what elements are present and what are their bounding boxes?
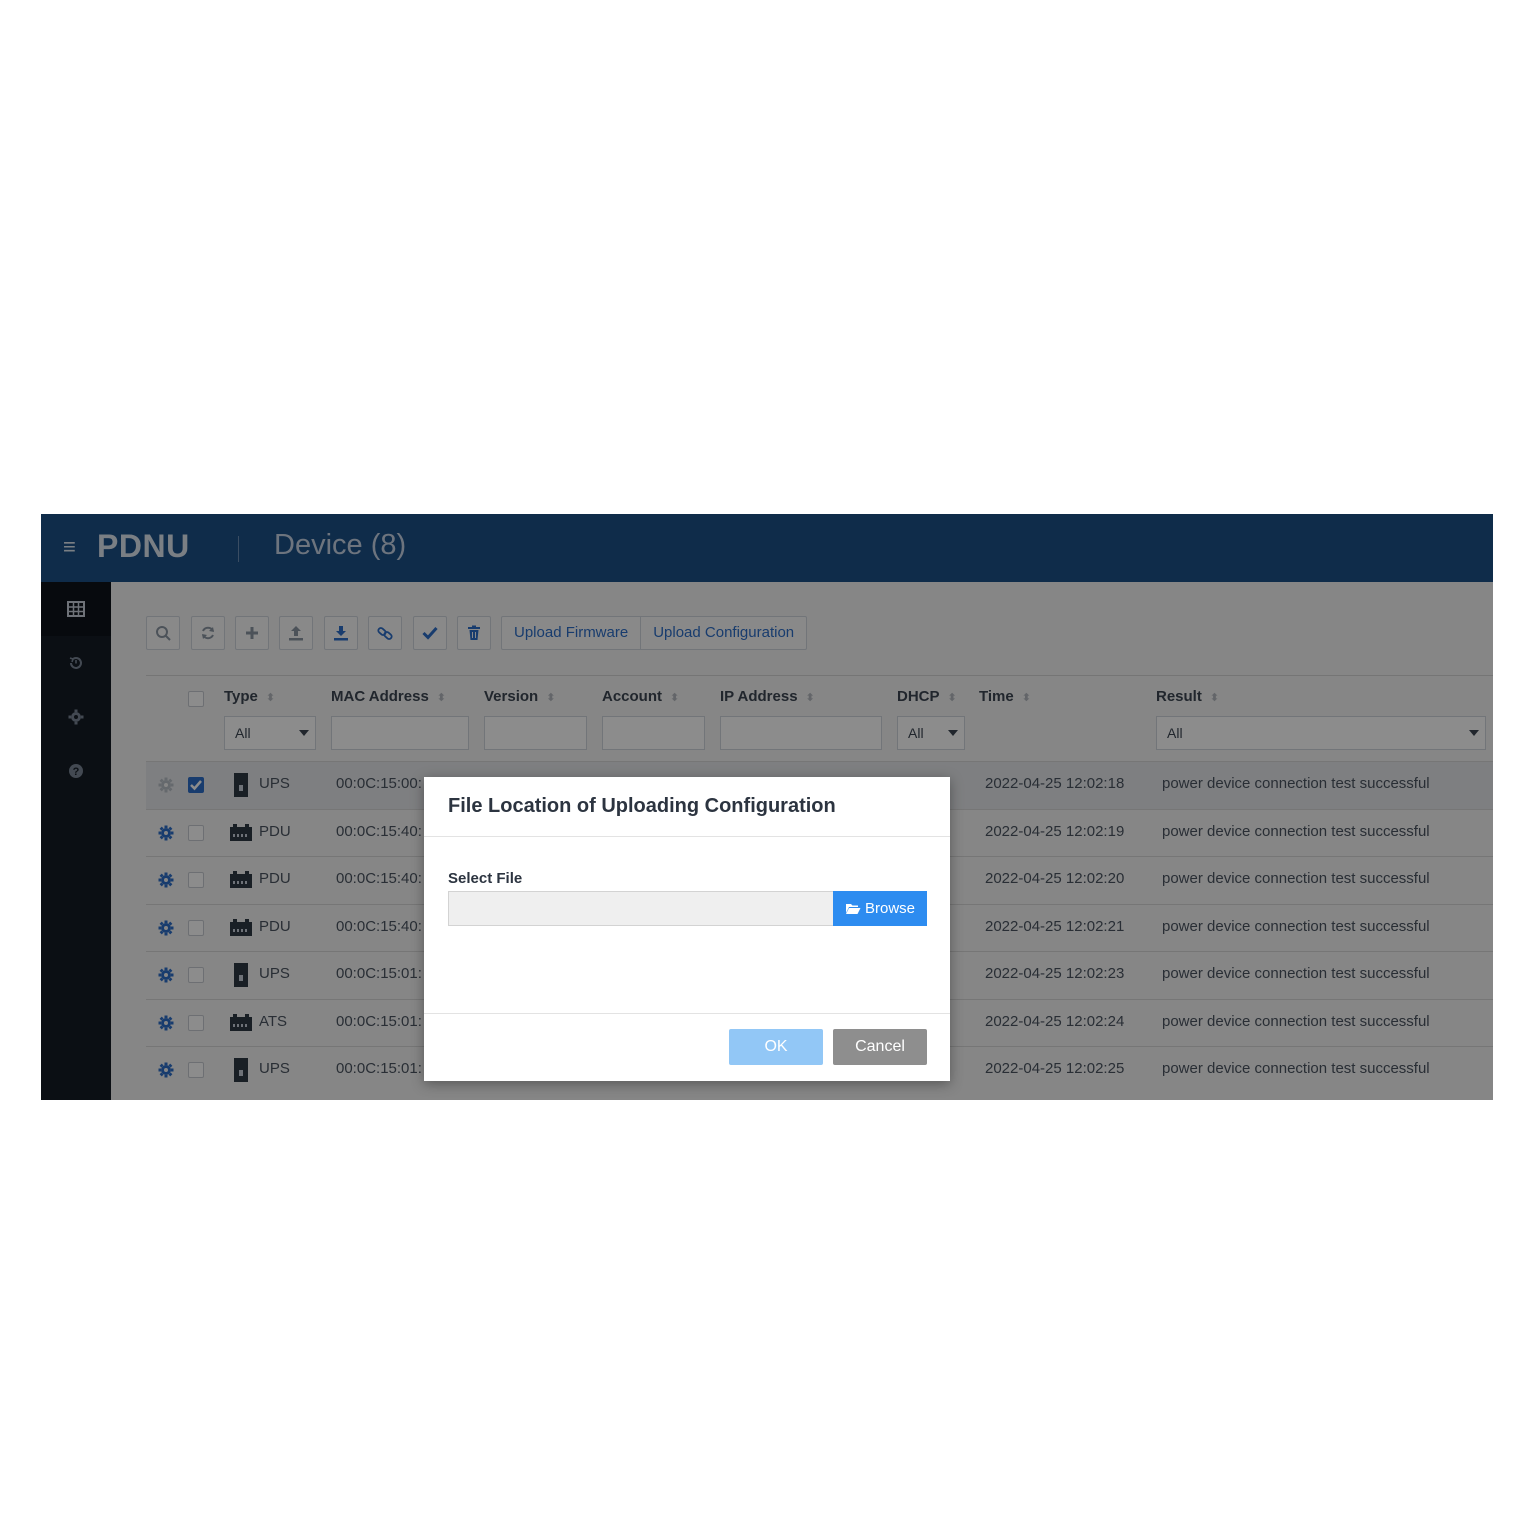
dialog-divider [424, 1013, 950, 1014]
cancel-button[interactable]: Cancel [833, 1029, 927, 1065]
browse-button[interactable]: Browse [833, 891, 927, 926]
browse-label: Browse [864, 900, 916, 917]
upload-configuration-dialog: File Location of Uploading Configuration… [424, 777, 950, 1081]
dialog-divider [424, 836, 950, 837]
file-path-input[interactable] [448, 891, 834, 926]
ok-button[interactable]: OK [729, 1029, 823, 1065]
select-file-label: Select File [448, 870, 523, 887]
dialog-title: File Location of Uploading Configuration [448, 795, 836, 817]
folder-open-icon [845, 904, 861, 914]
